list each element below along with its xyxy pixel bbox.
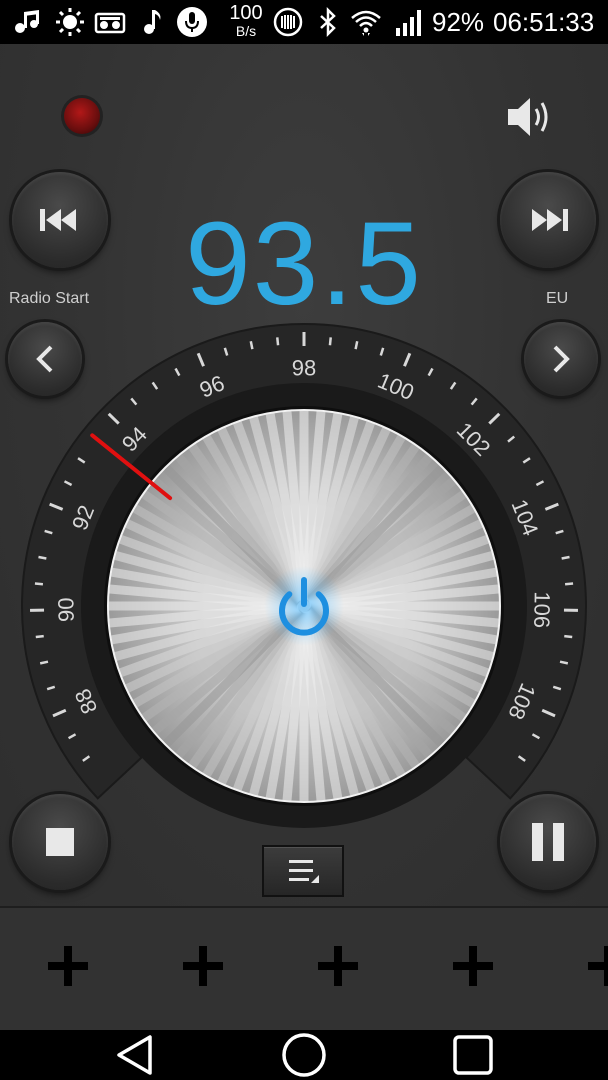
dial-tick — [561, 555, 570, 560]
home-circle-icon — [282, 1033, 326, 1077]
plus-icon — [48, 946, 88, 986]
pause-icon — [532, 823, 564, 861]
home-button[interactable] — [264, 1030, 344, 1080]
wifi-icon — [350, 0, 382, 44]
brightness-icon — [54, 0, 86, 44]
stop-icon — [46, 828, 74, 856]
plus-icon — [183, 946, 223, 986]
speed-unit: B/s — [235, 23, 257, 39]
radio-panel: 93.5 Radio Start EU 88 90 92 94 96 98 10… — [0, 44, 608, 906]
list-menu-icon — [289, 860, 319, 883]
plus-icon — [453, 946, 493, 986]
stop-button[interactable] — [12, 794, 108, 890]
dial-label: 98 — [292, 356, 316, 381]
dial-tick — [35, 634, 44, 639]
music-note-icon — [138, 0, 170, 44]
battery-level: 92% — [432, 7, 485, 37]
music-notes-icon — [12, 0, 44, 44]
preset-slot-3[interactable] — [298, 936, 378, 996]
station-list-button[interactable] — [262, 845, 344, 897]
back-triangle-icon — [117, 1035, 152, 1075]
dial-label: 106 — [529, 591, 555, 628]
signal-icon — [394, 0, 426, 44]
back-button[interactable] — [95, 1030, 175, 1080]
bluetooth-icon — [312, 0, 344, 44]
dial-tick — [328, 337, 332, 346]
navigation-bar — [0, 1030, 608, 1080]
dial-tick — [354, 341, 359, 350]
plus-icon — [318, 946, 358, 986]
microphone-icon — [176, 0, 208, 44]
clock: 06:51:33 — [493, 7, 595, 37]
preset-slot-5[interactable] — [568, 936, 608, 996]
nfc-icon — [272, 0, 304, 44]
recents-button[interactable] — [433, 1030, 513, 1080]
dial-tick — [559, 660, 569, 665]
preset-bar — [0, 906, 608, 1032]
network-speed: 100 B/s — [224, 3, 268, 39]
dial-label: 90 — [53, 597, 78, 622]
dial-tick — [564, 634, 573, 639]
recents-square-icon — [453, 1035, 493, 1075]
dial-tick — [276, 337, 280, 346]
radio-icon — [94, 0, 126, 44]
preset-slot-2[interactable] — [163, 936, 243, 996]
status-bar: 100 B/s 92% 06:51:33 — [0, 0, 608, 44]
plus-icon — [588, 946, 608, 986]
pause-button[interactable] — [500, 794, 596, 890]
dial-tick — [38, 555, 47, 560]
dial-tick — [34, 582, 44, 586]
dial-tick — [249, 341, 254, 350]
preset-slot-1[interactable] — [28, 936, 108, 996]
tuning-dial[interactable]: 889092949698 100102104106108 — [0, 44, 608, 906]
dial-tick — [564, 582, 574, 586]
preset-slot-4[interactable] — [433, 936, 513, 996]
dial-tick — [39, 660, 49, 665]
speed-value: 100 — [229, 2, 263, 24]
